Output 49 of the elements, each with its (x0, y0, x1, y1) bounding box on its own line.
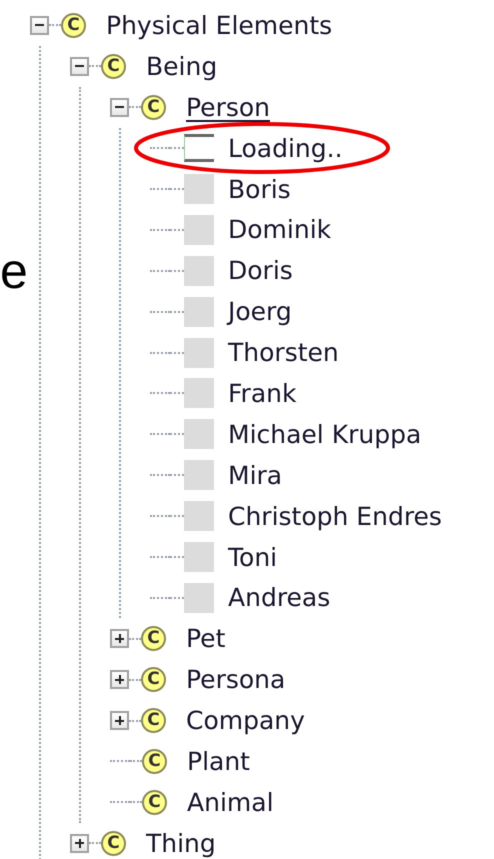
class-icon: C (141, 667, 166, 692)
class-icon: C (142, 790, 167, 815)
tree-node-label[interactable]: Joerg (228, 299, 292, 324)
tree-node-label[interactable]: Andreas (228, 585, 330, 610)
class-icon: C (141, 626, 166, 652)
expander-button[interactable] (110, 629, 129, 648)
tree-node-label[interactable]: Thorsten (228, 340, 339, 366)
square-icon (184, 174, 214, 204)
loading-box-icon (184, 134, 214, 162)
square-icon (184, 256, 214, 286)
class-icon: C (141, 708, 166, 734)
tree-node-label[interactable]: Toni (228, 544, 278, 570)
tree-node-label[interactable]: Physical Elements (106, 12, 332, 38)
expander-button[interactable] (70, 56, 89, 76)
expander-button[interactable] (110, 98, 129, 117)
class-icon: C (101, 830, 126, 856)
expander-button[interactable] (70, 834, 89, 853)
square-icon (184, 542, 214, 572)
tree-node-label[interactable]: Company (186, 708, 305, 734)
square-icon (184, 501, 214, 532)
expander-button[interactable] (110, 711, 129, 730)
square-icon (184, 296, 214, 327)
tree-node-label[interactable]: Animal (187, 790, 274, 815)
class-icon: C (142, 748, 167, 774)
expander-button[interactable] (30, 16, 49, 35)
square-icon (184, 338, 214, 368)
tree-node-label[interactable]: Dominik (228, 217, 332, 242)
square-icon (184, 582, 214, 613)
square-icon (184, 378, 214, 408)
class-icon: C (61, 12, 86, 38)
tree-node-label[interactable]: Thing (146, 830, 216, 856)
class-icon: C (141, 94, 166, 120)
tree-node-label[interactable]: Pet (186, 626, 226, 652)
cut-off-text: e (0, 246, 28, 296)
tree-node-label[interactable]: Frank (228, 380, 296, 406)
tree-node-label[interactable]: Being (146, 54, 218, 79)
tree-node-label[interactable]: Christoph Endres (228, 504, 442, 529)
tree-node-label[interactable]: Mira (228, 462, 282, 488)
square-icon (184, 460, 214, 490)
tree-node-label[interactable]: Plant (187, 748, 250, 774)
square-icon (184, 419, 214, 450)
tree-node-label[interactable]: Persona (186, 667, 286, 692)
tree-node-label[interactable]: Doris (228, 258, 293, 284)
tree-node-label[interactable]: Person (186, 94, 270, 120)
tree-node-label[interactable]: Boris (228, 176, 291, 202)
class-icon: C (101, 54, 126, 79)
expander-button[interactable] (110, 670, 129, 690)
square-icon (184, 214, 214, 245)
tree-node-label[interactable]: Michael Kruppa (228, 422, 422, 447)
